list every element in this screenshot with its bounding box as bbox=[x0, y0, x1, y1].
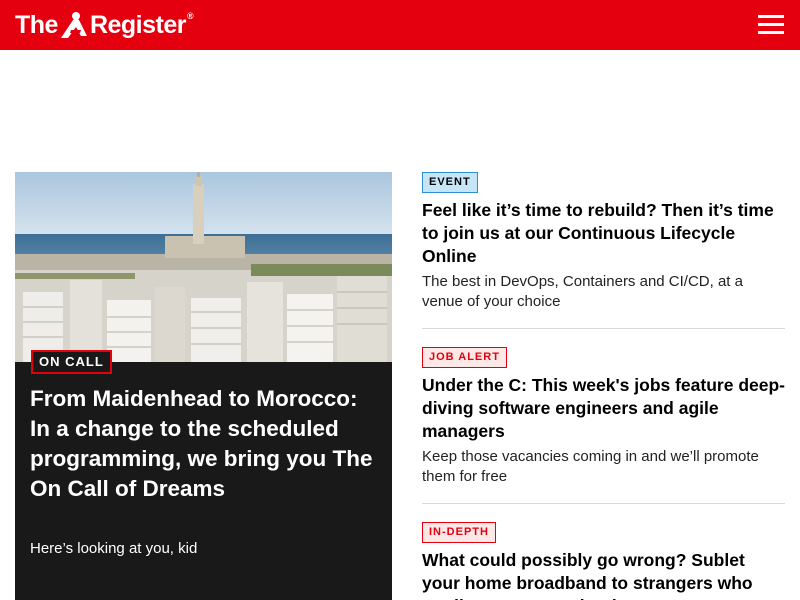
story-headline[interactable]: Feel like it’s time to rebuild? Then it’… bbox=[422, 199, 785, 268]
story-kicker-tag[interactable]: JOB ALERT bbox=[422, 347, 507, 368]
story-item-in-depth[interactable]: IN-DEPTH What could possibly go wrong? S… bbox=[422, 522, 785, 600]
feature-story-card[interactable]: ON CALL From Maidenhead to Morocco: In a… bbox=[15, 172, 392, 600]
story-kicker-tag[interactable]: IN-DEPTH bbox=[422, 522, 496, 543]
story-divider bbox=[422, 503, 785, 504]
story-standfirst: The best in DevOps, Containers and CI/CD… bbox=[422, 273, 743, 310]
feature-standfirst: Here’s looking at you, kid bbox=[30, 540, 198, 557]
story-headline[interactable]: Under the C: This week's jobs feature de… bbox=[422, 374, 785, 443]
logo-trademark: ® bbox=[187, 11, 194, 21]
hamburger-menu-icon[interactable] bbox=[758, 15, 786, 37]
story-item-job-alert[interactable]: JOB ALERT Under the C: This week's jobs … bbox=[422, 347, 785, 487]
logo-text-the: The bbox=[15, 10, 58, 39]
feature-headline[interactable]: From Maidenhead to Morocco: In a change … bbox=[30, 384, 375, 504]
story-list: EVENT Feel like it’s time to rebuild? Th… bbox=[422, 172, 785, 600]
feature-kicker-tag[interactable]: ON CALL bbox=[31, 350, 112, 374]
story-item-event[interactable]: EVENT Feel like it’s time to rebuild? Th… bbox=[422, 172, 785, 312]
site-header: The Register ® bbox=[0, 0, 800, 50]
ad-slot bbox=[0, 50, 800, 172]
site-logo[interactable]: The Register ® bbox=[15, 8, 194, 42]
vulture-logo-icon bbox=[60, 12, 87, 38]
story-divider bbox=[422, 328, 785, 329]
story-kicker-tag[interactable]: EVENT bbox=[422, 172, 478, 193]
story-headline[interactable]: What could possibly go wrong? Sublet you… bbox=[422, 549, 785, 600]
story-standfirst: Keep those vacancies coming in and we’ll… bbox=[422, 448, 759, 485]
logo-text-register: Register bbox=[89, 10, 187, 39]
feature-image bbox=[15, 172, 392, 362]
